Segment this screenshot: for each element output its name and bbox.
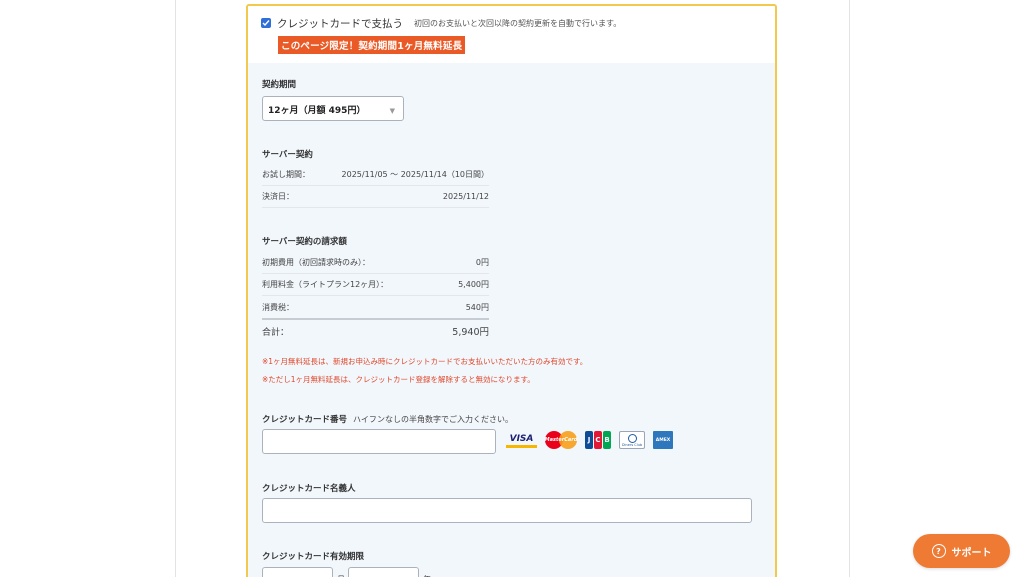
notice-text: ※ただし1ヶ月無料延長は、クレジットカード登録を解除すると無効になります。 [262, 375, 535, 384]
server-contract-label: サーバー契約 [262, 150, 313, 160]
promo-badge: このページ限定！契約期間1ヶ月無料延長 [278, 36, 466, 54]
card-brands: VISA MasterCard J C B Diners Club AMEX [506, 431, 673, 449]
pay-by-card-checkbox[interactable] [261, 18, 271, 28]
billing-row: 利用料金（ライトプラン12ヶ月）： 5,400円 [262, 274, 489, 296]
billing-row-label: 消費税： [262, 302, 294, 312]
notice-text: ※1ヶ月無料延長は、新規お申込み時にクレジットカードでお支払いいただいた方のみ有… [262, 357, 588, 366]
trial-period-row: お試し期間： 2025/11/05 〜 2025/11/14（10日間） [262, 164, 489, 186]
card-holder-label: クレジットカード名義人 [262, 484, 356, 494]
support-label: サポート [951, 547, 992, 559]
chevron-down-icon: ▼ [389, 107, 395, 115]
payment-box: クレジットカードで支払う 初回のお支払いと次回以降の契約更新を自動で行います。 … [246, 4, 777, 577]
billing-row: 消費税： 540円 [262, 296, 489, 318]
jcb-letter: C [594, 431, 602, 449]
diners-club-icon: Diners Club [619, 431, 645, 449]
billing-label: サーバー契約の請求額 [262, 237, 347, 247]
settlement-row: 決済日： 2025/11/12 [262, 186, 489, 208]
billing-total-value: 5,940円 [452, 327, 489, 338]
question-icon: ? [931, 544, 946, 558]
jcb-letter: B [603, 431, 611, 449]
contract-period-value: 12ヶ月（月額 495円） [268, 106, 366, 116]
billing-row-value: 540円 [465, 302, 489, 312]
billing-row-value: 5,400円 [458, 280, 489, 289]
expiry-month-input[interactable]: 1 [262, 567, 333, 577]
card-number-hint: ハイフンなしの半角数字でご入力ください。 [353, 415, 514, 424]
jcb-letter: J [585, 431, 593, 449]
billing-total-label: 合計： [262, 327, 290, 338]
payment-header: クレジットカードで支払う 初回のお支払いと次回以降の契約更新を自動で行います。 … [248, 6, 775, 63]
expiry-year-input[interactable]: 2025 [348, 567, 419, 577]
billing-total-row: 合計： 5,940円 [262, 318, 489, 342]
billing-row-label: 初期費用（初回請求時のみ）： [262, 258, 370, 267]
card-number-input[interactable] [262, 429, 496, 454]
mastercard-text: MasterCard [544, 437, 578, 443]
card-number-label: クレジットカード番号 ハイフンなしの半角数字でご入力ください。 [262, 413, 513, 425]
settlement-value: 2025/11/12 [442, 192, 489, 201]
jcb-icon: J C B [585, 431, 611, 449]
card-number-label-text: クレジットカード番号 [262, 415, 348, 425]
billing-row: 初期費用（初回請求時のみ）： 0円 [262, 252, 489, 274]
visa-icon: VISA [506, 432, 537, 448]
diners-club-text: Diners Club [621, 442, 643, 447]
contract-period-select[interactable]: 12ヶ月（月額 495円） ▼ [262, 96, 404, 121]
billing-row-value: 0円 [475, 258, 489, 267]
pay-by-card-label[interactable]: クレジットカードで支払う [277, 16, 403, 31]
card-holder-input[interactable] [262, 498, 752, 523]
expiry-label: クレジットカード有効期限 [262, 552, 365, 562]
trial-period-label: お試し期間： [262, 170, 310, 179]
check-icon [262, 20, 270, 27]
trial-period-value: 2025/11/05 〜 2025/11/14（10日間） [341, 170, 489, 179]
contract-period-label: 契約期間 [262, 80, 297, 90]
support-button[interactable]: ? サポート [913, 534, 1010, 568]
amex-icon: AMEX [653, 431, 673, 449]
mastercard-icon: MasterCard [545, 431, 577, 449]
billing-row-label: 利用料金（ライトプラン12ヶ月）： [262, 280, 389, 289]
pay-by-card-note: 初回のお支払いと次回以降の契約更新を自動で行います。 [414, 18, 622, 28]
settlement-label: 決済日： [262, 192, 294, 201]
